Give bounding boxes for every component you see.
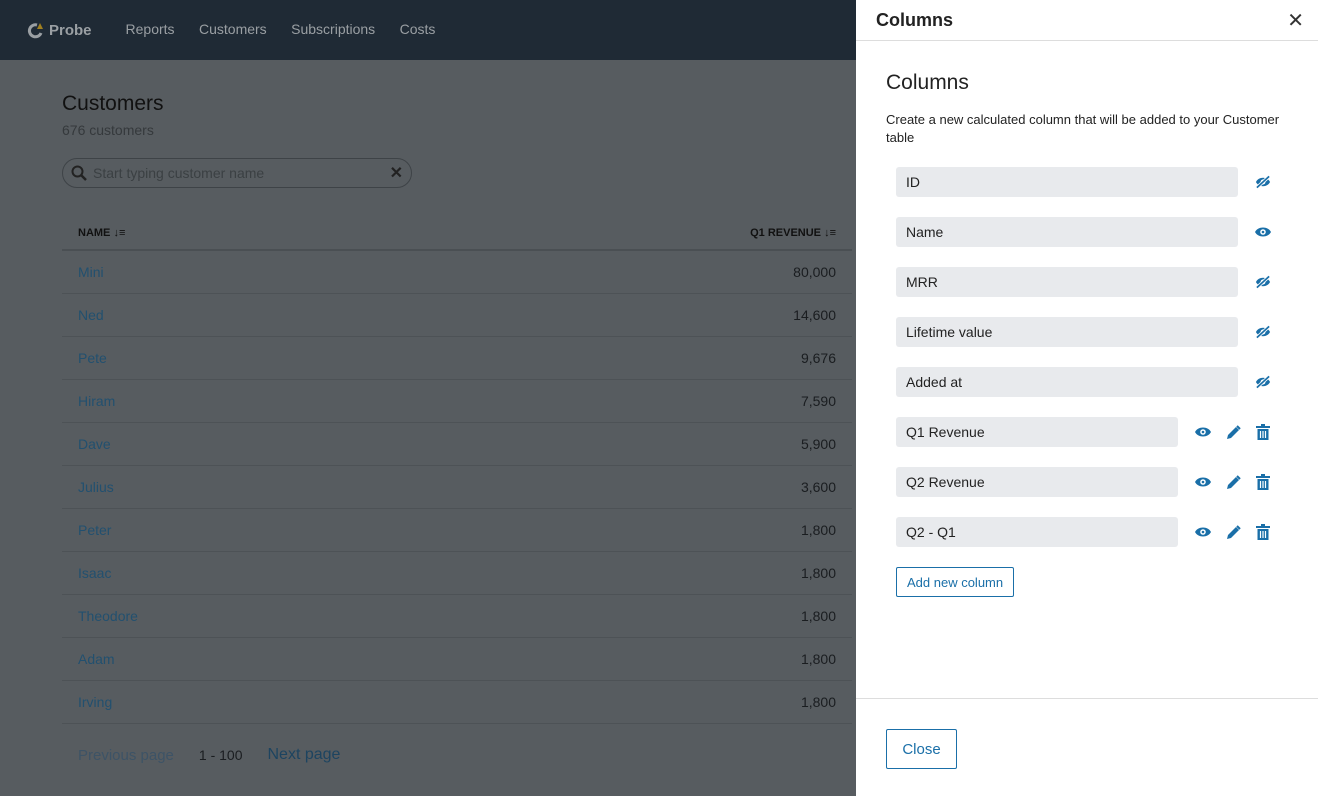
column-name-field[interactable]: Q1 Revenue	[896, 417, 1178, 447]
pagination: Previous page 1 - 100 Next page	[62, 746, 852, 764]
next-page-button[interactable]: Next page	[268, 746, 341, 764]
customer-name-link[interactable]: Adam	[78, 651, 115, 667]
table-row: Julius 3,600	[62, 466, 852, 509]
customer-name-link[interactable]: Peter	[78, 522, 111, 538]
eye-icon[interactable]	[1195, 524, 1211, 540]
customer-name-link[interactable]: Hiram	[78, 393, 115, 409]
columns-panel: Columns ✕ Columns Create a new calculate…	[856, 0, 1318, 796]
eye-icon[interactable]	[1195, 474, 1211, 490]
logo[interactable]: Probe	[27, 21, 92, 39]
customer-name-link[interactable]: Irving	[78, 694, 112, 710]
table-header: NAME ↓≡ Q1 REVENUE ↓≡	[62, 216, 852, 251]
column-list: ID Name MRR Lifetime value Added at Q1 Revenu…	[886, 167, 1288, 547]
trash-icon[interactable]	[1255, 524, 1271, 540]
pencil-icon[interactable]	[1225, 424, 1241, 440]
table-row: Adam 1,800	[62, 638, 852, 681]
customer-name-link[interactable]: Pete	[78, 350, 107, 366]
table-row: Pete 9,676	[62, 337, 852, 380]
table-row: Mini 80,000	[62, 251, 852, 294]
column-row: ID	[896, 167, 1288, 197]
previous-page-button[interactable]: Previous page	[78, 747, 174, 764]
panel-header: Columns ✕	[856, 0, 1318, 41]
table-row: Peter 1,800	[62, 509, 852, 552]
customer-name-link[interactable]: Dave	[78, 436, 111, 452]
close-icon[interactable]: ✕	[1287, 8, 1304, 33]
probe-logo-icon	[27, 23, 43, 39]
q1-revenue-value: 3,600	[800, 479, 836, 495]
table-row: Irving 1,800	[62, 681, 852, 724]
panel-title: Columns	[876, 9, 954, 30]
q1-revenue-value: 1,800	[800, 522, 836, 538]
close-button[interactable]: Close	[886, 729, 957, 769]
q1-revenue-value: 1,800	[800, 694, 836, 710]
column-name-field[interactable]: MRR	[896, 267, 1238, 297]
eye-slash-icon[interactable]	[1255, 324, 1271, 340]
column-row: Q2 - Q1	[896, 517, 1288, 547]
customer-name-link[interactable]: Theodore	[78, 608, 138, 624]
nav-reports[interactable]: Reports	[126, 21, 175, 37]
search-box: ✕	[62, 158, 412, 188]
q1-revenue-value: 1,800	[800, 651, 836, 667]
page-title: Customers	[62, 92, 164, 115]
trash-icon[interactable]	[1255, 474, 1271, 490]
q1-revenue-value: 14,600	[793, 307, 836, 323]
nav-costs[interactable]: Costs	[400, 21, 436, 37]
table-row: Hiram 7,590	[62, 380, 852, 423]
table-row: Dave 5,900	[62, 423, 852, 466]
panel-description: Create a new calculated column that will…	[886, 112, 1280, 145]
q1-revenue-value: 1,800	[800, 565, 836, 581]
q1-revenue-value: 7,590	[800, 393, 836, 409]
brand-name: Probe	[49, 21, 92, 39]
eye-icon[interactable]	[1255, 224, 1271, 240]
eye-slash-icon[interactable]	[1255, 274, 1271, 290]
customers-page: Customers 676 customers ✕ NAME ↓≡ Q1 REV…	[62, 60, 852, 764]
customer-count: 676 customers	[62, 122, 154, 138]
column-name-field[interactable]: Lifetime value	[896, 317, 1238, 347]
column-name-field[interactable]: Q2 - Q1	[896, 517, 1178, 547]
column-name-field[interactable]: Q2 Revenue	[896, 467, 1178, 497]
panel-heading: Columns	[886, 71, 969, 94]
column-name-field[interactable]: Name	[896, 217, 1238, 247]
nav-subscriptions[interactable]: Subscriptions	[291, 21, 375, 37]
table-row: Isaac 1,800	[62, 552, 852, 595]
column-name-field[interactable]: Added at	[896, 367, 1238, 397]
column-name-field[interactable]: ID	[896, 167, 1238, 197]
eye-icon[interactable]	[1195, 424, 1211, 440]
eye-slash-icon[interactable]	[1255, 174, 1271, 190]
table-body: Mini 80,000 Ned 14,600 Pete 9,676 Hiram 7,590 Da…	[62, 251, 852, 724]
column-row: MRR	[896, 267, 1288, 297]
column-row: Q1 Revenue	[896, 417, 1288, 447]
customer-name-link[interactable]: Isaac	[78, 565, 111, 581]
q1-revenue-value: 9,676	[800, 350, 836, 366]
table-row: Theodore 1,800	[62, 595, 852, 638]
trash-icon[interactable]	[1255, 424, 1271, 440]
pencil-icon[interactable]	[1225, 524, 1241, 540]
nav-customers[interactable]: Customers	[199, 21, 267, 37]
panel-footer: Close	[856, 698, 1318, 769]
eye-slash-icon[interactable]	[1255, 374, 1271, 390]
q1-revenue-value: 5,900	[800, 436, 836, 452]
add-new-column-button[interactable]: Add new column	[896, 567, 1015, 597]
customer-name-link[interactable]: Julius	[78, 479, 114, 495]
customer-name-link[interactable]: Mini	[78, 264, 104, 280]
main-nav: Reports Customers Subscriptions Costs	[126, 21, 456, 39]
customer-name-link[interactable]: Ned	[78, 307, 104, 323]
pencil-icon[interactable]	[1225, 474, 1241, 490]
column-header-q1-revenue[interactable]: Q1 REVENUE ↓≡	[750, 227, 836, 239]
column-row: Added at	[896, 367, 1288, 397]
clear-search-icon[interactable]: ✕	[390, 163, 403, 183]
page-range: 1 - 100	[198, 747, 243, 763]
column-row: Name	[896, 217, 1288, 247]
column-row: Q2 Revenue	[896, 467, 1288, 497]
column-row: Lifetime value	[896, 317, 1288, 347]
table-row: Ned 14,600	[62, 294, 852, 337]
q1-revenue-value: 1,800	[800, 608, 836, 624]
column-header-name[interactable]: NAME ↓≡	[78, 227, 125, 239]
q1-revenue-value: 80,000	[793, 264, 836, 280]
search-icon	[71, 165, 87, 181]
search-input[interactable]	[93, 165, 390, 181]
